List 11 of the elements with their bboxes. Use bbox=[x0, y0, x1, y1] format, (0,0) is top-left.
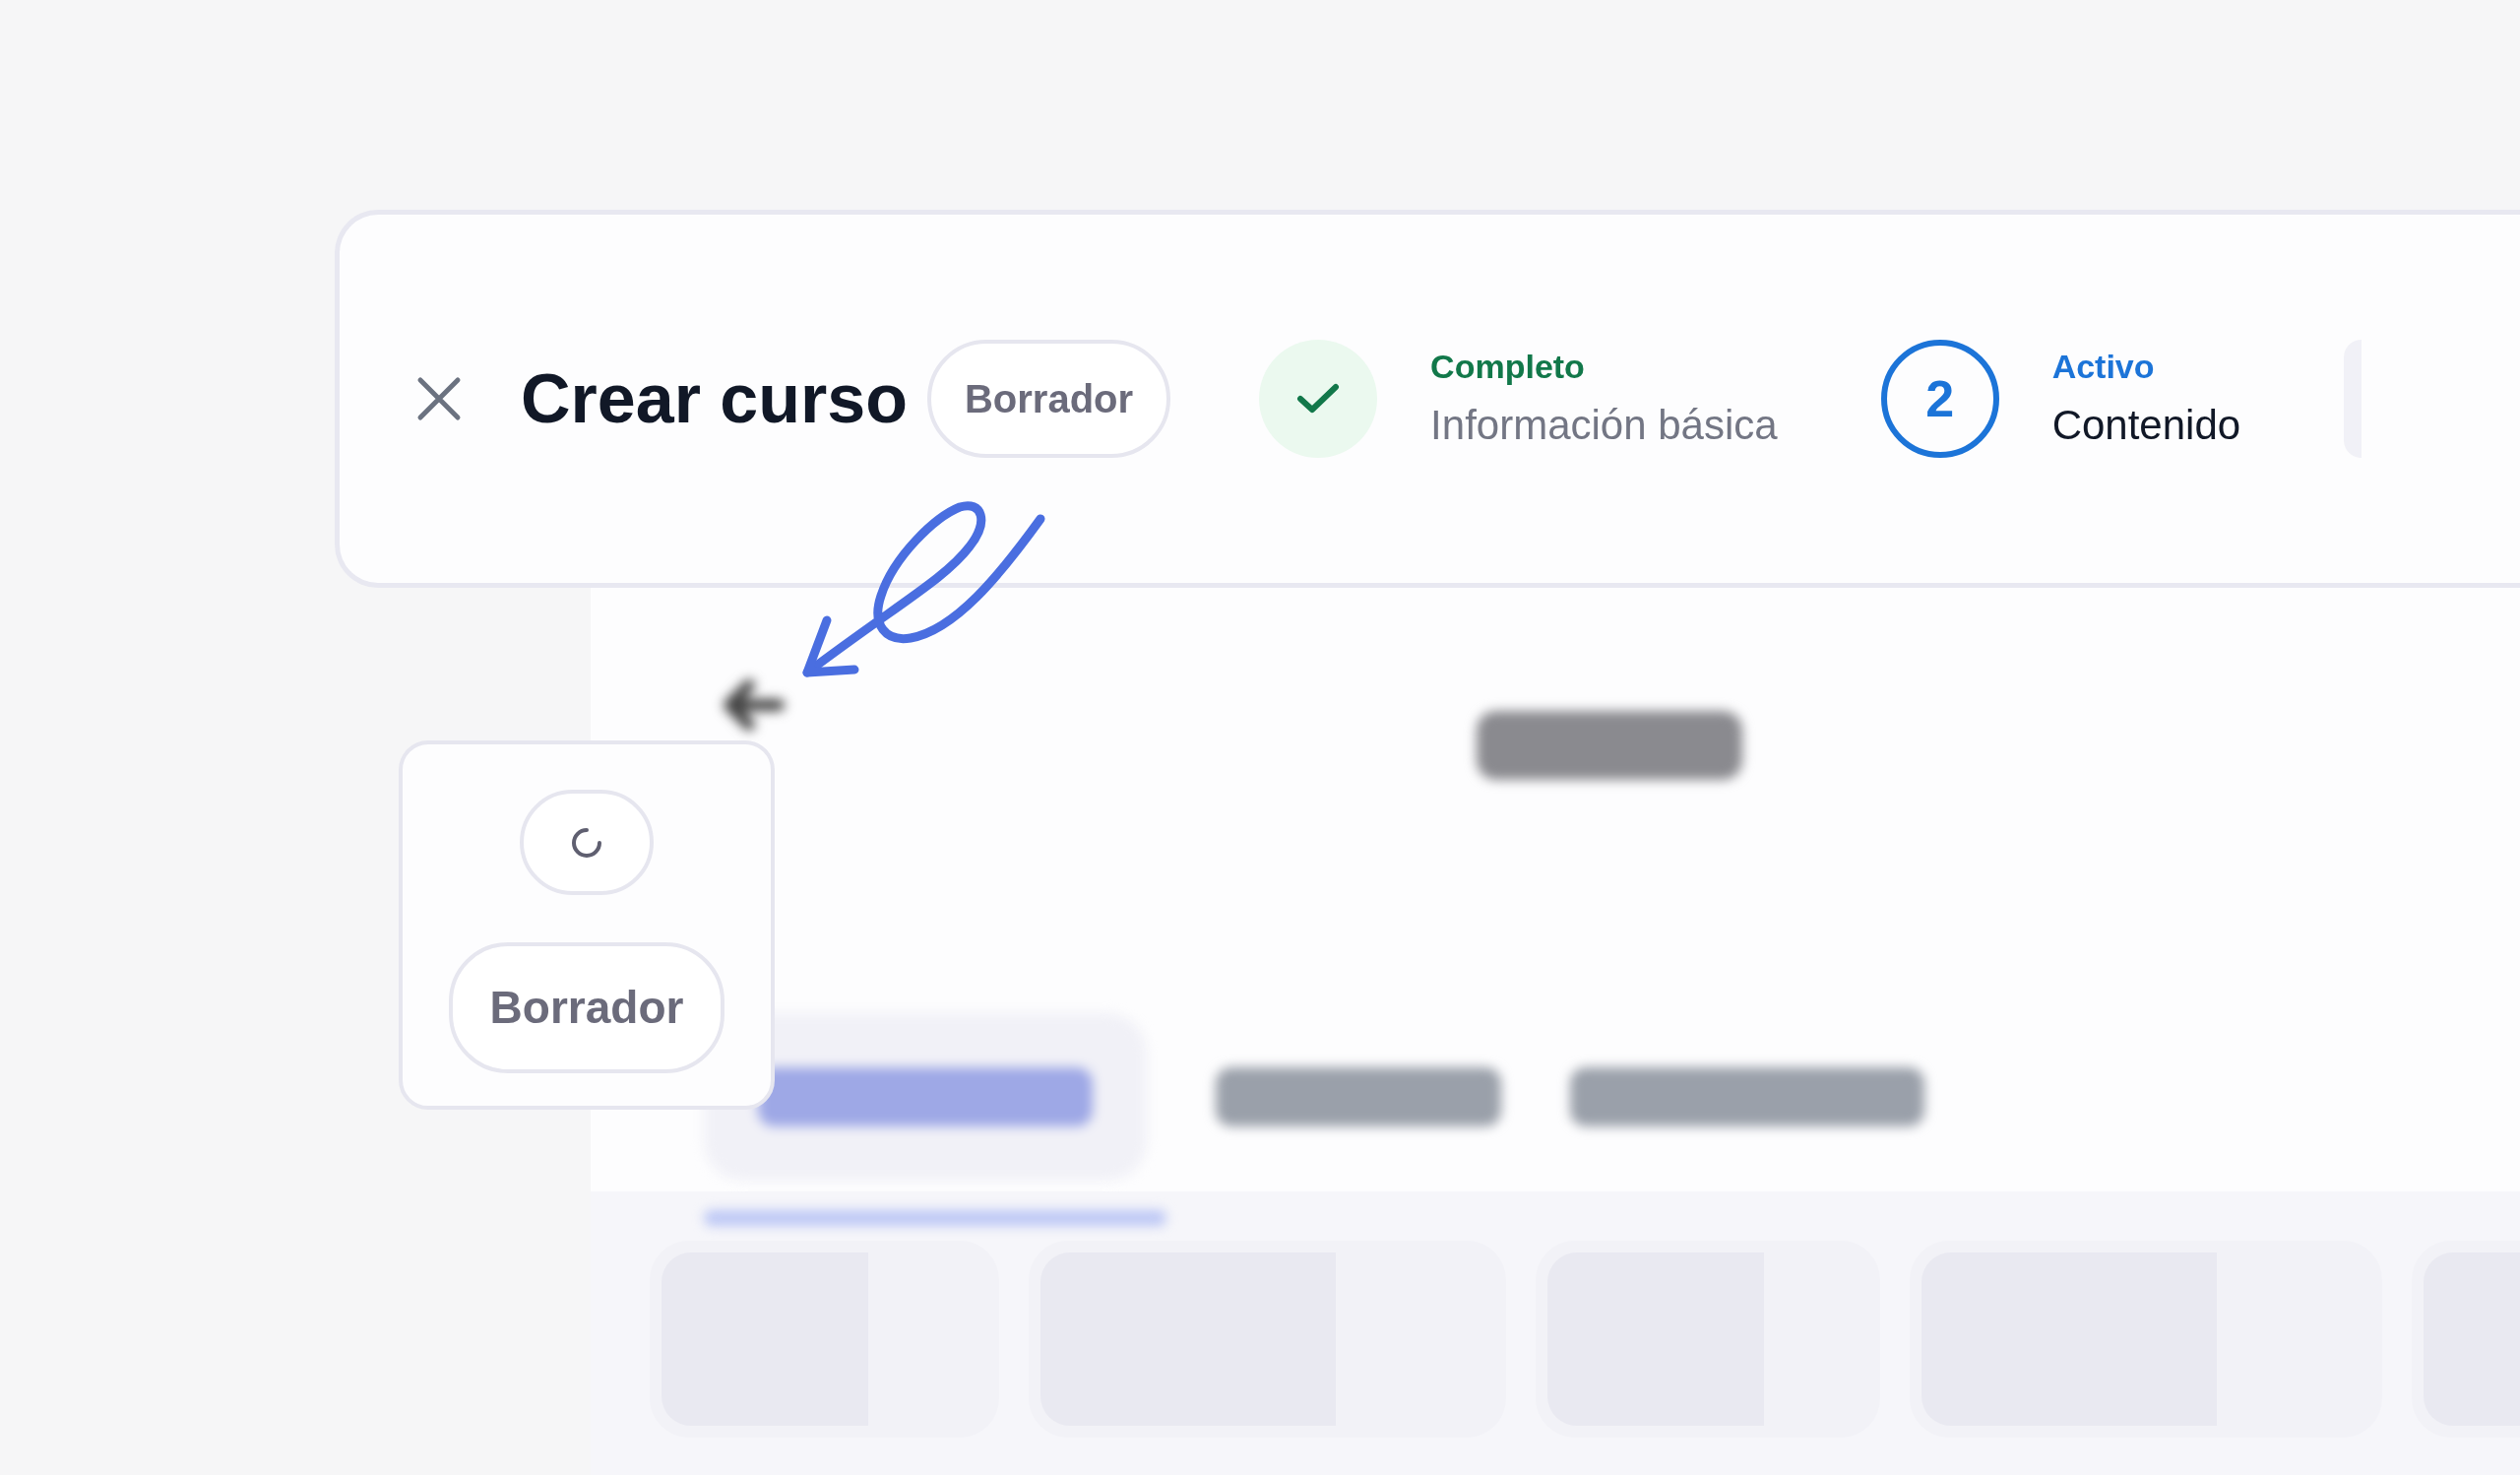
step-status: Activo bbox=[2051, 347, 2156, 387]
close-icon[interactable] bbox=[416, 376, 462, 421]
step-title: Contenido bbox=[2051, 401, 2241, 450]
status-badge: Borrador bbox=[926, 340, 1171, 458]
step-title: Información básica bbox=[1430, 401, 1778, 450]
step-number: 2 bbox=[1880, 340, 1999, 458]
check-icon bbox=[1296, 383, 1341, 415]
step-status: Completo bbox=[1430, 347, 1586, 387]
back-arrow-icon bbox=[723, 678, 786, 732]
status-badge: Borrador bbox=[448, 942, 725, 1073]
dialog-title: Crear curso bbox=[521, 358, 908, 439]
